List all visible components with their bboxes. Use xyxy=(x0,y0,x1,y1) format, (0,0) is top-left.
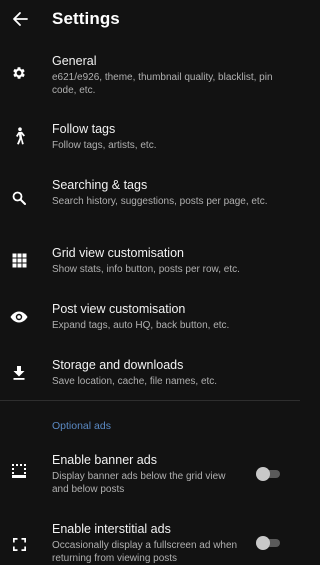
settings-item-desc: Occasionally display a fullscreen ad whe… xyxy=(52,540,238,564)
settings-item-title: Enable interstitial ads xyxy=(52,522,171,536)
banner-ad-icon xyxy=(9,461,29,481)
settings-item-desc: e621/e926, theme, thumbnail quality, bla… xyxy=(52,72,273,96)
settings-item-grid-view[interactable]: Grid view customisation Show stats, info… xyxy=(0,236,300,282)
settings-item-title: Grid view customisation xyxy=(52,246,184,260)
interstitial-ads-toggle[interactable] xyxy=(256,535,282,550)
toggle-thumb xyxy=(256,536,270,550)
eye-icon xyxy=(9,307,29,327)
settings-item-interstitial-ads[interactable]: Enable interstitial ads Occasionally dis… xyxy=(0,515,300,565)
settings-item-general[interactable]: General e621/e926, theme, thumbnail qual… xyxy=(0,46,300,102)
settings-item-follow-tags[interactable]: Follow tags Follow tags, artists, etc. xyxy=(0,112,300,158)
back-arrow-icon[interactable] xyxy=(9,8,31,30)
search-icon xyxy=(9,188,29,208)
settings-item-title: Storage and downloads xyxy=(52,358,184,372)
fullscreen-icon xyxy=(9,534,29,554)
settings-item-storage[interactable]: Storage and downloads Save location, cac… xyxy=(0,348,300,394)
settings-item-title: Follow tags xyxy=(52,122,116,136)
settings-item-desc: Follow tags, artists, etc. xyxy=(52,140,157,151)
settings-item-banner-ads[interactable]: Enable banner ads Display banner ads bel… xyxy=(0,446,300,502)
grid-icon xyxy=(9,250,29,270)
settings-item-searching-tags[interactable]: Searching & tags Search history, suggest… xyxy=(0,170,300,226)
app-bar: Settings xyxy=(0,0,300,38)
section-divider xyxy=(0,400,300,401)
section-header-optional-ads: Optional ads xyxy=(52,420,111,432)
banner-ads-toggle[interactable] xyxy=(256,466,282,481)
settings-item-title: Searching & tags xyxy=(52,178,148,192)
settings-item-desc: Display banner ads below the grid view a… xyxy=(52,471,226,495)
settings-item-title: Enable banner ads xyxy=(52,453,157,467)
settings-item-title: General xyxy=(52,54,97,68)
settings-item-desc: Search history, suggestions, posts per p… xyxy=(52,196,268,207)
walking-person-icon xyxy=(9,126,29,146)
settings-item-post-view[interactable]: Post view customisation Expand tags, aut… xyxy=(0,292,300,338)
toggle-thumb xyxy=(256,467,270,481)
settings-item-desc: Show stats, info button, posts per row, … xyxy=(52,264,240,275)
settings-item-title: Post view customisation xyxy=(52,302,186,316)
settings-item-desc: Expand tags, auto HQ, back button, etc. xyxy=(52,320,230,331)
settings-item-desc: Save location, cache, file names, etc. xyxy=(52,376,218,387)
gear-icon xyxy=(9,63,29,83)
page-title: Settings xyxy=(52,9,120,28)
download-icon xyxy=(9,363,29,383)
